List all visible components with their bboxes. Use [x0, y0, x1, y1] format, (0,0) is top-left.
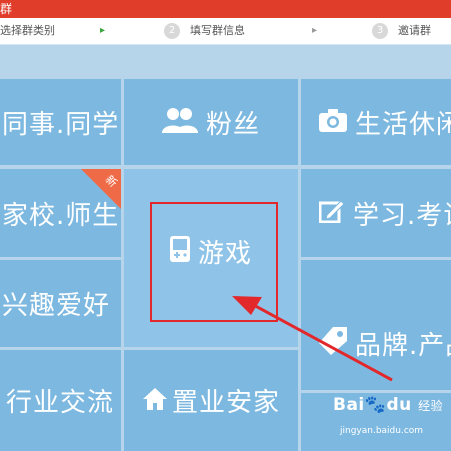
baidu-watermark: Bai🐾du 经验 — [333, 395, 443, 415]
watermark-brand: Bai — [333, 395, 365, 415]
watermark-suffix: 经验 — [418, 399, 444, 413]
watermark-brand-2: du — [386, 395, 412, 415]
watermark-url: jingyan.baidu.com — [340, 426, 424, 436]
paw-icon: 🐾 — [364, 395, 387, 415]
annotation-arrow-icon — [232, 296, 393, 382]
